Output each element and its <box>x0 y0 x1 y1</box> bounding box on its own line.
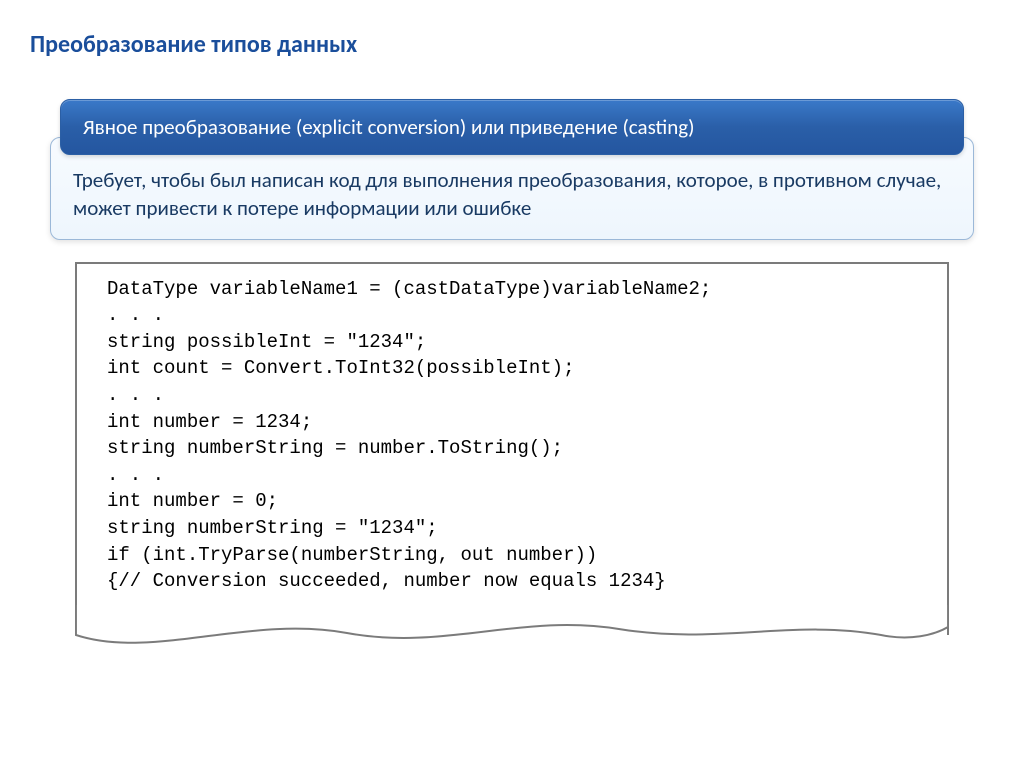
section-banner: Явное преобразование (explicit conversio… <box>60 99 964 155</box>
code-block: DataType variableName1 = (castDataType)v… <box>75 262 949 635</box>
page-title: Преобразование типов данных <box>30 30 994 59</box>
code-container: DataType variableName1 = (castDataType)v… <box>75 262 949 665</box>
